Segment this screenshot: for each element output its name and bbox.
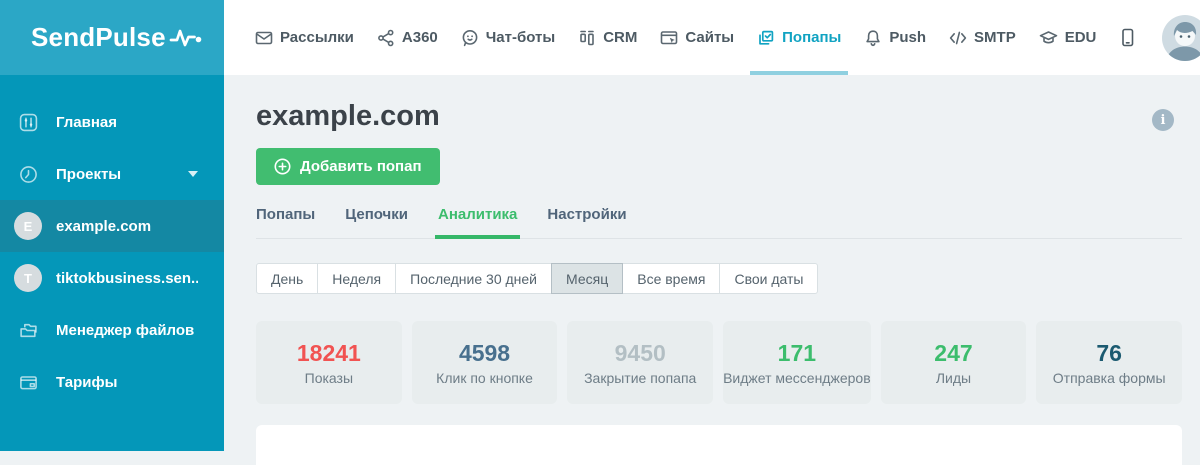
nav-label: Рассылки (280, 29, 354, 46)
filter-month-button[interactable]: Месяц (551, 263, 624, 294)
nav-item-push[interactable]: Push (864, 0, 926, 75)
browser-icon (660, 29, 678, 47)
envelope-icon (255, 29, 273, 47)
filter-week-button[interactable]: Неделя (317, 263, 397, 294)
filter-all-time-button[interactable]: Все время (622, 263, 721, 294)
sidebar-item-label: tiktokbusiness.sen... (56, 269, 198, 287)
popups-icon (757, 29, 775, 47)
stat-card-impressions: 18241 Показы (256, 321, 402, 404)
nav-item-mailings[interactable]: Рассылки (255, 0, 354, 75)
stat-value: 4598 (458, 339, 511, 366)
avatar (1162, 14, 1200, 61)
project-avatar: E (0, 212, 56, 240)
stat-value: 171 (777, 339, 817, 366)
info-icon[interactable]: i (1152, 109, 1174, 131)
date-range-segmented-control: День Неделя Последние 30 дней Месяц Все … (256, 263, 819, 294)
nav-label: Попапы (782, 29, 842, 46)
project-avatar: T (0, 264, 56, 292)
stat-value: 18241 (296, 339, 361, 366)
sidebar-item-main[interactable]: Главная (0, 96, 224, 148)
code-icon (949, 29, 967, 47)
nav-label: CRM (603, 29, 638, 46)
clock-icon (0, 165, 56, 184)
stat-label: Лиды (935, 369, 972, 386)
nav-item-popups[interactable]: Попапы (750, 0, 849, 75)
stat-label: Показы (304, 369, 354, 386)
tab-popups[interactable]: Попапы (256, 205, 315, 238)
content-panel (256, 425, 1182, 465)
nav-label: A360 (401, 29, 438, 46)
nav-item-a360[interactable]: A360 (377, 0, 438, 75)
logo-text: SendPulse (31, 22, 166, 52)
nav-label: SMTP (974, 29, 1016, 46)
sidebar: SendPulse Главная Проекты E example.com … (0, 0, 224, 451)
page-title: example.com (256, 100, 440, 132)
top-navigation-bar: Рассылки A360 Чат-боты CRM Сайты Попапы … (224, 0, 1200, 75)
share-nodes-icon (377, 29, 395, 47)
nav-item-sites[interactable]: Сайты (660, 0, 734, 75)
topbar-right-controls (1119, 14, 1200, 61)
graduation-cap-icon (1039, 29, 1058, 47)
sidebar-item-label: Проекты (56, 165, 122, 183)
nav-label: Push (889, 29, 927, 46)
sidebar-item-file-manager[interactable]: Менеджер файлов (0, 304, 224, 356)
sidebar-item-label: Тарифы (56, 373, 118, 391)
stat-label: Закрытие попапа (584, 369, 697, 386)
mobile-phone-icon[interactable] (1119, 28, 1136, 47)
nav-item-chatbots[interactable]: Чат-боты (461, 0, 555, 75)
sidebar-item-label: Менеджер файлов (56, 321, 195, 339)
project-letter-badge: T (14, 264, 42, 292)
chat-bot-icon (461, 29, 479, 47)
nav-item-edu[interactable]: EDU (1039, 0, 1097, 75)
plus-circle-icon (274, 158, 291, 175)
stat-label: Виджет мессенджеров (723, 369, 871, 386)
sidebar-item-tiktok-project[interactable]: T tiktokbusiness.sen... (0, 252, 224, 304)
stat-value: 247 (934, 339, 973, 366)
sidebar-item-tariffs[interactable]: Тарифы (0, 356, 224, 408)
nav-label: Чат-боты (485, 29, 556, 46)
sidebar-menu: Главная Проекты E example.com T tiktokbu… (0, 75, 224, 408)
stat-label: Клик по кнопке (436, 369, 533, 386)
folder-icon (0, 321, 56, 340)
filter-last-30-days-button[interactable]: Последние 30 дней (395, 263, 553, 294)
nav-label: EDU (1064, 29, 1097, 46)
tab-settings[interactable]: Настройки (547, 205, 626, 238)
sidebar-item-projects[interactable]: Проекты (0, 148, 224, 200)
tab-chains[interactable]: Цепочки (345, 205, 408, 238)
filter-day-button[interactable]: День (256, 263, 319, 294)
stat-label: Отправка формы (1052, 369, 1166, 386)
stat-card-button-clicks: 4598 Клик по кнопке (411, 321, 558, 404)
nav-label: Сайты (685, 29, 735, 46)
sidebar-item-label: Главная (56, 113, 118, 131)
stat-card-leads: 247 Лиды (880, 321, 1027, 404)
stat-card-popup-closes: 9450 Закрытие попапа (567, 321, 714, 404)
sliders-icon (0, 113, 56, 132)
sidebar-item-label: example.com (56, 217, 152, 235)
add-popup-button[interactable]: Добавить попап (256, 148, 440, 185)
tab-analytics[interactable]: Аналитика (434, 205, 521, 239)
sidebar-item-example-project[interactable]: E example.com (0, 200, 224, 252)
user-account-menu[interactable] (1162, 14, 1200, 61)
filter-custom-dates-button[interactable]: Свои даты (719, 263, 819, 294)
add-popup-button-label: Добавить попап (300, 158, 422, 175)
wallet-icon (0, 373, 56, 392)
sendpulse-logo[interactable]: SendPulse (0, 0, 224, 75)
main-content: example.com i Добавить попап Попапы Цепо… (224, 75, 1200, 465)
nav-item-crm[interactable]: CRM (578, 0, 637, 75)
project-letter-badge: E (14, 212, 42, 240)
chevron-down-icon (188, 171, 198, 177)
nav-item-smtp[interactable]: SMTP (949, 0, 1016, 75)
stat-card-form-submissions: 76 Отправка формы (1036, 321, 1183, 404)
bell-icon (864, 29, 882, 47)
stat-value: 76 (1096, 339, 1122, 366)
project-tabs: Попапы Цепочки Аналитика Настройки (256, 205, 1182, 239)
kanban-icon (578, 29, 596, 47)
stat-value: 9450 (614, 339, 666, 366)
stat-card-messenger-widget: 171 Виджет мессенджеров (723, 321, 871, 404)
stats-cards-row: 18241 Показы 4598 Клик по кнопке 9450 За… (256, 321, 1183, 404)
pulse-icon (166, 25, 205, 51)
